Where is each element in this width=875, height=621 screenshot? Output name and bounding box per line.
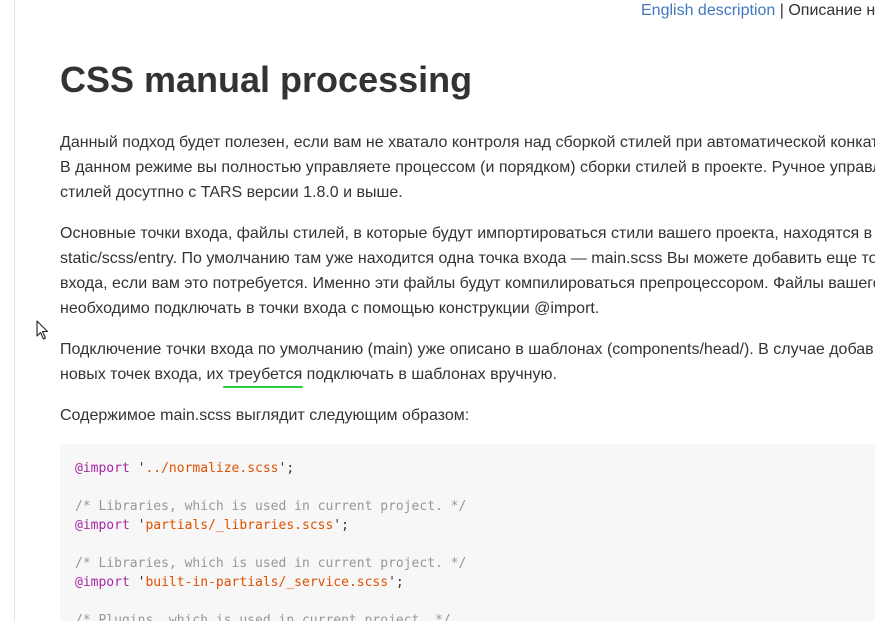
code-comment: /* Libraries, which is used in current p… bbox=[75, 556, 467, 571]
paragraph-line: стилей досутпно с TARS версии 1.8.0 и вы… bbox=[60, 184, 403, 201]
code-string: built-in-partials/_service.scss bbox=[145, 575, 389, 590]
russian-description-label[interactable]: Описание н bbox=[788, 2, 875, 19]
code-block: @import '../normalize.scss'; /* Librarie… bbox=[60, 444, 875, 621]
text-segment: новых точек входа, их bbox=[60, 366, 228, 383]
paragraph-line: Основные точки входа, файлы стилей, в ко… bbox=[60, 225, 873, 242]
paragraph-connection: Подключение точки входа по умолчанию (ma… bbox=[60, 337, 874, 387]
mouse-cursor-icon bbox=[36, 320, 49, 340]
code-line: @import '../normalize.scss'; bbox=[75, 461, 295, 476]
paragraph-line: static/scss/entry. По умолчанию там уже … bbox=[60, 250, 875, 267]
paragraph-line: Данный подход будет полезен, если вам не… bbox=[60, 134, 875, 151]
code-comment: /* Libraries, which is used in current p… bbox=[75, 499, 467, 514]
left-border bbox=[14, 0, 15, 621]
code-keyword: @import bbox=[75, 575, 130, 590]
english-description-link[interactable]: English description bbox=[641, 2, 775, 19]
code-keyword: @import bbox=[75, 461, 130, 476]
text-segment: подключать в шаблонах вручную. bbox=[302, 366, 557, 383]
paragraph-line: новых точек входа, их треубется подключа… bbox=[60, 362, 874, 387]
paragraph-line: В данном режиме вы полностью управляете … bbox=[60, 159, 875, 176]
paragraph-line: входа, если вам это потребуется. Именно … bbox=[60, 275, 875, 292]
paragraph-line: необходимо подключать в точки входа с по… bbox=[60, 300, 600, 317]
spellcheck-underline bbox=[223, 386, 303, 388]
code-line: @import 'partials/_libraries.scss'; bbox=[75, 518, 349, 533]
code-line: /* Libraries, which is used in current p… bbox=[75, 497, 466, 516]
language-separator: | bbox=[779, 2, 784, 19]
code-comment: /* Plugins, which is used in current pro… bbox=[75, 613, 451, 621]
language-switcher: English description | Описание н bbox=[641, 2, 875, 20]
code-line: /* Plugins, which is used in current pro… bbox=[75, 611, 451, 621]
code-string: partials/_libraries.scss bbox=[145, 518, 334, 533]
page-title: CSS manual processing bbox=[60, 59, 473, 100]
misspelled-word[interactable]: треубется bbox=[228, 366, 302, 383]
code-keyword: @import bbox=[75, 518, 130, 533]
code-line: @import 'built-in-partials/_service.scss… bbox=[75, 575, 404, 590]
code-line: /* Libraries, which is used in current p… bbox=[75, 554, 466, 573]
paragraph-intro: Данный подход будет полезен, если вам не… bbox=[60, 130, 875, 205]
code-string: ../normalize.scss bbox=[145, 461, 279, 476]
paragraph-main-scss: Содержимое main.scss выглядит следующим … bbox=[60, 407, 470, 424]
paragraph-entry-points: Основные точки входа, файлы стилей, в ко… bbox=[60, 221, 875, 321]
paragraph-line: Подключение точки входа по умолчанию (ma… bbox=[60, 341, 874, 358]
